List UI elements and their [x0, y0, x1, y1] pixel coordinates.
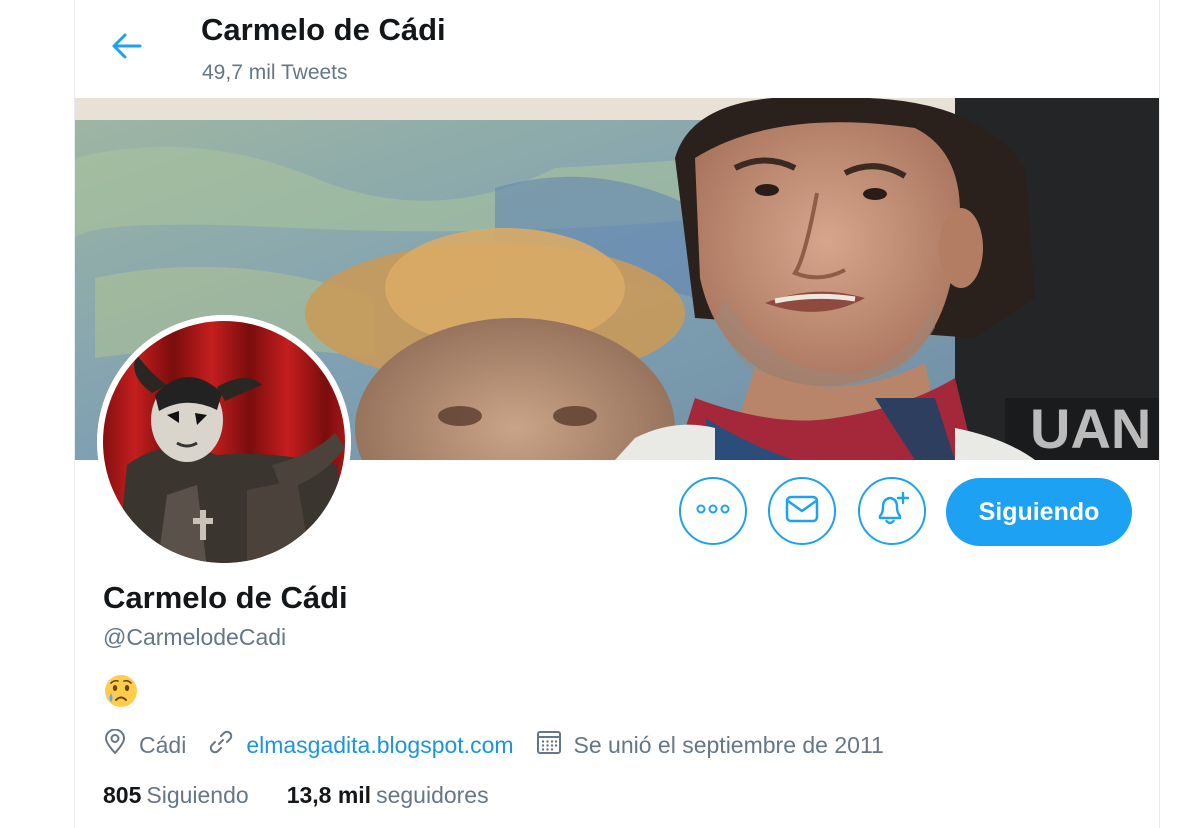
profile-stats: 805 Siguiendo 13,8 mil seguidores [103, 782, 527, 809]
profile-name: Carmelo de Cádi [103, 580, 348, 615]
website: elmasgadita.blogspot.com [208, 729, 514, 761]
header-title: Carmelo de Cádi [201, 12, 446, 47]
following-count: 805 [103, 782, 142, 808]
envelope-icon [785, 495, 819, 528]
location: Cádi [103, 728, 187, 761]
notifications-button[interactable] [858, 477, 926, 545]
location-pin-icon [103, 728, 139, 761]
followers-count: 13,8 mil [286, 782, 372, 808]
calendar-icon [536, 729, 574, 761]
more-options-button[interactable] [679, 477, 747, 545]
profile-avatar[interactable] [97, 315, 351, 569]
following-label: Siguiendo [146, 782, 249, 808]
bell-plus-icon [874, 491, 910, 532]
crying-face-emoji-icon [103, 675, 139, 713]
tweet-count: 49,7 mil Tweets [202, 61, 348, 84]
followers-stat[interactable]: 13,8 mil seguidores [287, 782, 489, 809]
page: Carmelo de Cádi 49,7 mil Tweets UAN Sigu… [0, 0, 1200, 828]
profile-meta: Cádi elmasgadita.blogspot.com Se unió el… [103, 728, 906, 762]
message-button[interactable] [768, 477, 836, 545]
arrow-left-icon [111, 32, 143, 65]
profile-column: Carmelo de Cádi 49,7 mil Tweets UAN Sigu… [74, 0, 1160, 828]
link-icon [208, 729, 246, 761]
following-button[interactable]: Siguiendo [946, 478, 1132, 546]
more-horizontal-icon [695, 502, 731, 520]
svg-text:UAN: UAN [1030, 397, 1151, 460]
join-date: Se unió el septiembre de 2011 [536, 729, 884, 761]
followers-label: seguidores [376, 782, 489, 808]
profile-header: Carmelo de Cádi 49,7 mil Tweets [75, 0, 1159, 98]
profile-handle: @CarmelodeCadi [103, 624, 287, 650]
following-stat[interactable]: 805 Siguiendo [103, 782, 249, 809]
website-link[interactable]: elmasgadita.blogspot.com [246, 732, 513, 759]
bio [103, 673, 139, 709]
join-date-text: Se unió el septiembre de 2011 [573, 731, 884, 758]
location-text: Cádi [139, 731, 187, 758]
back-button[interactable] [103, 26, 151, 70]
